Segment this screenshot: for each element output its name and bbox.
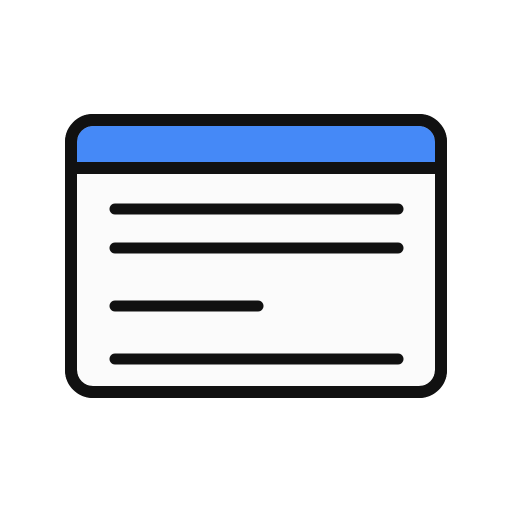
icon-canvas [0,0,512,512]
document-window-icon [65,114,447,398]
window-title-bar [77,126,435,168]
